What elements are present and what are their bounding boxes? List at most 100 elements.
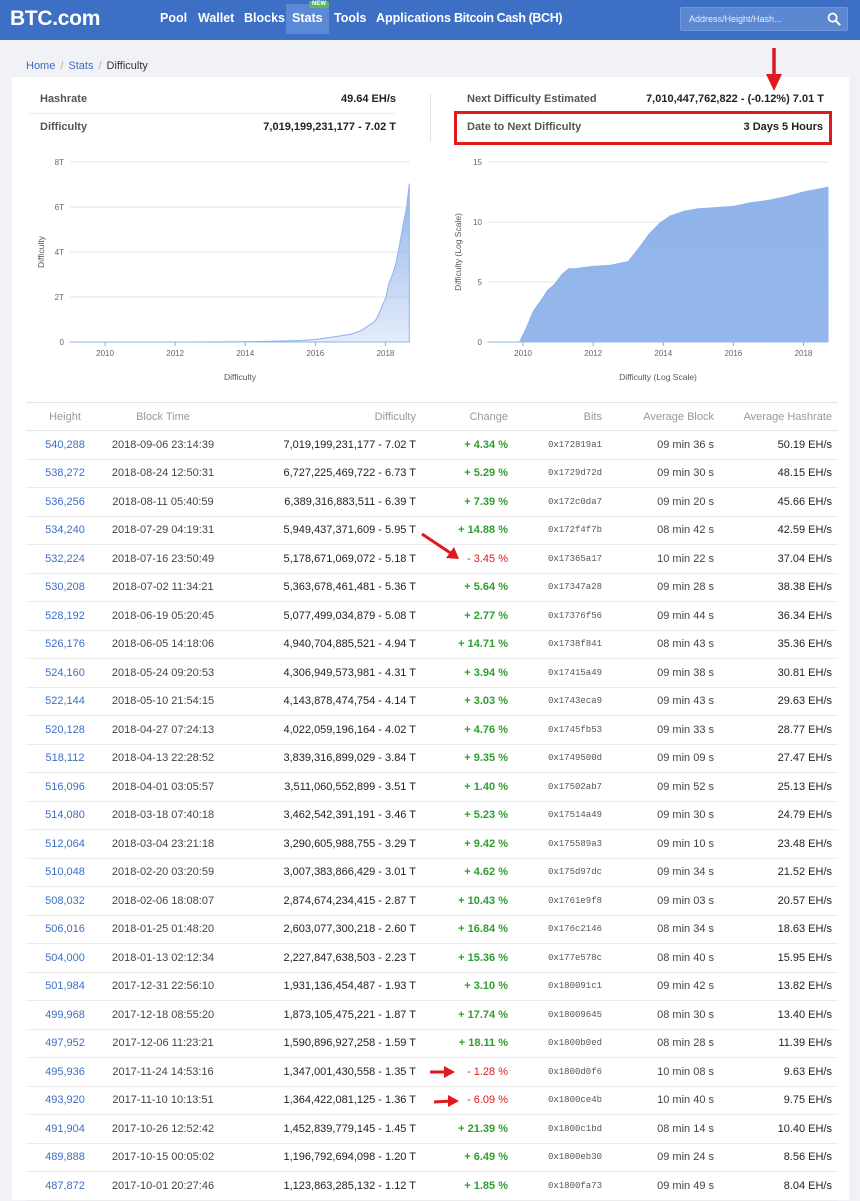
- height-link[interactable]: 504,000: [26, 943, 104, 973]
- data-point: [398, 244, 401, 246]
- column-header-average-hashrate[interactable]: Average Hashrate: [720, 402, 838, 431]
- average-block: 09 min 52 s: [608, 772, 720, 802]
- bits-value: 0x17365a17: [514, 544, 608, 574]
- bits-value: 0x1800b0ed: [514, 1029, 608, 1058]
- height-link[interactable]: 524,160: [26, 658, 104, 688]
- table-row: 538,272 2018-08-24 12:50:31 6,727,225,469,…: [26, 459, 838, 488]
- height-link[interactable]: 534,240: [26, 516, 104, 545]
- height-link[interactable]: 522,144: [26, 687, 104, 716]
- table-row: 504,000 2018-01-13 02:12:34 2,227,847,638,…: [26, 943, 838, 973]
- column-header-block-time[interactable]: Block Time: [104, 402, 222, 431]
- block-time: 2018-01-25 01:48:20: [104, 915, 222, 944]
- height-link[interactable]: 489,888: [26, 1143, 104, 1172]
- y-axis-title: Difficulty (Log Scale): [453, 213, 463, 291]
- nav-stats[interactable]: Stats NEW: [286, 1, 329, 34]
- height-link[interactable]: 520,128: [26, 715, 104, 745]
- nav-tools[interactable]: Tools: [328, 4, 372, 34]
- bits-value: 0x177e578c: [514, 943, 608, 973]
- bits-value: 0x1800d0f6: [514, 1057, 608, 1087]
- nav-bitcoin-cash[interactable]: Bitcoin Cash (BCH): [448, 4, 568, 34]
- difficulty-value: 6,727,225,469,722 - 6.73 T: [222, 459, 422, 488]
- column-header-height[interactable]: Height: [26, 402, 104, 431]
- column-header-bits[interactable]: Bits: [514, 402, 608, 431]
- x-axis-title: Difficulty (Log Scale): [619, 372, 697, 382]
- change-value: + 21.39 %: [422, 1114, 514, 1144]
- column-header-average-block[interactable]: Average Block: [608, 402, 720, 431]
- height-link[interactable]: 518,112: [26, 744, 104, 773]
- next-difficulty-value: 7,010,447,762,822 - (-0.12%) 7.01 T: [646, 93, 824, 105]
- table-row: 520,128 2018-04-27 07:24:13 4,022,059,196,…: [26, 715, 838, 745]
- data-point: [659, 222, 661, 224]
- x-tick-label: 2018: [377, 349, 395, 358]
- average-hashrate: 50.19 EH/s: [720, 430, 838, 460]
- bits-value: 0x1800ce4b: [514, 1086, 608, 1115]
- average-hashrate: 20.57 EH/s: [720, 886, 838, 916]
- breadcrumb-home[interactable]: Home: [26, 60, 55, 72]
- table-row: 516,096 2018-04-01 03:05:57 3,511,060,552,…: [26, 772, 838, 802]
- height-link[interactable]: 510,048: [26, 858, 104, 887]
- block-time: 2017-12-06 11:23:21: [104, 1029, 222, 1058]
- btc-logo[interactable]: BTC.com: [10, 7, 100, 31]
- y-tick-label: 6T: [55, 203, 64, 212]
- change-value: + 3.03 %: [422, 687, 514, 716]
- data-point: [539, 300, 542, 302]
- height-link[interactable]: 514,080: [26, 801, 104, 830]
- data-point: [561, 274, 563, 276]
- height-link[interactable]: 532,224: [26, 544, 104, 574]
- nav-blocks[interactable]: Blocks: [238, 4, 291, 34]
- difficulty-value: 2,227,847,638,503 - 2.23 T: [222, 943, 422, 973]
- height-link[interactable]: 540,288: [26, 430, 104, 460]
- nav-applications[interactable]: Applications: [370, 4, 457, 34]
- height-link[interactable]: 495,936: [26, 1057, 104, 1087]
- nav-wallet[interactable]: Wallet: [192, 4, 240, 34]
- average-hashrate: 10.40 EH/s: [720, 1114, 838, 1144]
- column-header-change[interactable]: Change: [422, 402, 514, 431]
- change-value: + 3.94 %: [422, 658, 514, 688]
- average-hashrate: 28.77 EH/s: [720, 715, 838, 745]
- breadcrumb: Home / Stats / Difficulty: [26, 60, 148, 72]
- average-block: 10 min 08 s: [608, 1057, 720, 1087]
- table-row: 540,288 2018-09-06 23:14:39 7,019,199,231,…: [26, 430, 838, 460]
- data-point: [487, 341, 489, 343]
- average-block: 09 min 36 s: [608, 430, 720, 460]
- data-point: [669, 215, 671, 217]
- y-tick-label: 15: [473, 158, 482, 167]
- bits-value: 0x1743eca9: [514, 687, 608, 716]
- stat-column-divider: [430, 94, 431, 142]
- average-hashrate: 24.79 EH/s: [720, 801, 838, 830]
- height-link[interactable]: 528,192: [26, 601, 104, 631]
- height-link[interactable]: 536,256: [26, 487, 104, 517]
- bits-value: 0x17502ab7: [514, 772, 608, 802]
- height-link[interactable]: 538,272: [26, 459, 104, 488]
- breadcrumb-stats[interactable]: Stats: [68, 60, 93, 72]
- data-point: [360, 330, 362, 332]
- data-point: [297, 340, 299, 342]
- height-link[interactable]: 530,208: [26, 573, 104, 602]
- height-link[interactable]: 499,968: [26, 1000, 104, 1030]
- bits-value: 0x1800fa73: [514, 1171, 608, 1201]
- search-icon[interactable]: [827, 12, 841, 26]
- block-time: 2017-12-18 08:55:20: [104, 1000, 222, 1030]
- height-link[interactable]: 512,064: [26, 829, 104, 859]
- table-row: 487,872 2017-10-01 20:27:46 1,123,863,285,…: [26, 1171, 838, 1201]
- data-point: [732, 205, 734, 207]
- height-link[interactable]: 508,032: [26, 886, 104, 916]
- height-link[interactable]: 526,176: [26, 630, 104, 659]
- change-value: + 1.40 %: [422, 772, 514, 802]
- height-link[interactable]: 487,872: [26, 1171, 104, 1201]
- height-link[interactable]: 497,952: [26, 1029, 104, 1058]
- height-link[interactable]: 506,016: [26, 915, 104, 944]
- breadcrumb-current: Difficulty: [106, 60, 148, 72]
- height-link[interactable]: 516,096: [26, 772, 104, 802]
- column-header-difficulty[interactable]: Difficulty: [222, 402, 422, 431]
- height-link[interactable]: 491,904: [26, 1114, 104, 1144]
- average-hashrate: 27.47 EH/s: [720, 744, 838, 773]
- height-link[interactable]: 493,920: [26, 1086, 104, 1115]
- table-row: 489,888 2017-10-15 00:05:02 1,196,792,694,…: [26, 1143, 838, 1172]
- nav-pool[interactable]: Pool: [154, 4, 193, 34]
- block-time: 2017-10-15 00:05:02: [104, 1143, 222, 1172]
- average-block: 09 min 28 s: [608, 573, 720, 602]
- data-point: [575, 268, 577, 270]
- search-input[interactable]: [681, 8, 821, 30]
- height-link[interactable]: 501,984: [26, 972, 104, 1001]
